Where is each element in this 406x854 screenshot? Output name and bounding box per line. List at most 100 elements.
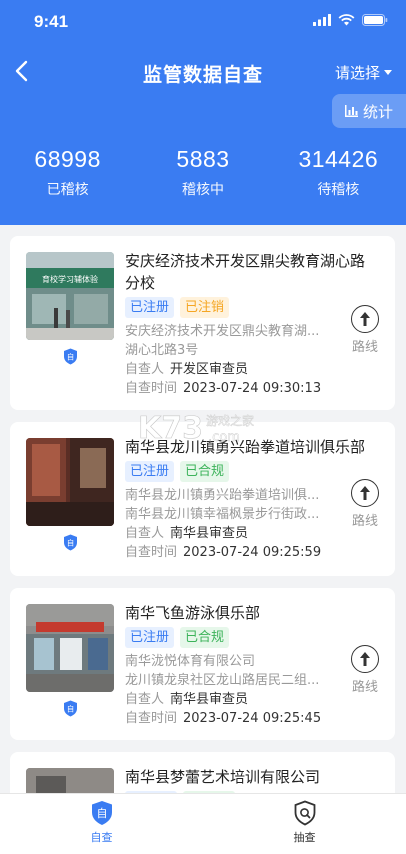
record-card[interactable]: 南华县梦蕾艺术培训有限公司 (10, 752, 395, 793)
store-sign-text: 育校学习辅体验 (42, 274, 98, 284)
stats-button[interactable]: 统计 (332, 94, 406, 128)
record-title-line: 分校 (125, 274, 156, 292)
summary-pending[interactable]: 314426 待稽核 (271, 146, 406, 199)
time-label: 自查时间 (125, 545, 178, 560)
store-photo (26, 438, 114, 526)
route-label: 路线 (351, 340, 378, 355)
record-inspector: 自查人 开发区审查员 (125, 360, 248, 379)
filter-select[interactable]: 请选择 (335, 62, 392, 83)
record-company: 安庆经济技术开发区鼎尖教育湖... (125, 324, 320, 339)
record-card[interactable]: 育校学习辅体验 自 安庆经济技术开发区鼎尖教育湖心路 分校 已注册 已注销 安庆… (10, 236, 395, 410)
tab-spot-check-label: 抽查 (293, 831, 316, 844)
time-value: 2023-07-24 09:25:59 (183, 545, 322, 560)
summary-audited-label: 已稽核 (46, 182, 89, 198)
svg-text:自: 自 (67, 704, 75, 714)
status-time: 9:41 (34, 12, 69, 31)
stats-button-label: 统计 (362, 102, 393, 121)
summary-audited[interactable]: 68998 已稽核 (0, 146, 135, 199)
k73-watermark-logo: K73 游戏之家 .com (138, 411, 254, 447)
self-check-shield-icon: 自 (91, 801, 112, 825)
summary-stats: 68998 已稽核 5883 稽核中 314426 待稽核 (0, 146, 406, 199)
record-list[interactable]: 育校学习辅体验 自 安庆经济技术开发区鼎尖教育湖心路 分校 已注册 已注销 安庆… (0, 225, 406, 793)
status-tags: 已注册 已合规 (125, 627, 230, 648)
status-bar: 9:41 (0, 0, 406, 44)
route-label: 路线 (351, 680, 378, 695)
tag-registered: 已注册 (125, 627, 175, 648)
svg-text:自: 自 (67, 352, 75, 362)
record-title-line: 南华县梦蕾艺术培训有限公司 (125, 768, 321, 786)
svg-text:游戏之家: 游戏之家 (206, 413, 254, 428)
self-check-badge-icon: 自 (64, 534, 77, 551)
tab-spot-check[interactable]: 抽查 (203, 794, 406, 854)
route-button[interactable]: 路线 (349, 645, 381, 695)
tag-compliant: 已合规 (180, 627, 230, 648)
tag-registered: 已注册 (125, 461, 175, 482)
navigation-arrow-icon (351, 305, 379, 333)
store-photo (26, 768, 114, 793)
nav-bar: 监管数据自查 请选择 (0, 52, 406, 92)
time-value: 2023-07-24 09:30:13 (183, 381, 322, 396)
summary-pending-value: 314426 (298, 146, 379, 172)
tag-registered: 已注册 (125, 297, 175, 318)
store-photo (26, 604, 114, 692)
store-photo: 育校学习辅体验 (26, 252, 114, 340)
caret-down-icon (384, 70, 392, 75)
route-button[interactable]: 路线 (349, 479, 381, 529)
record-time: 自查时间 2023-07-24 09:30:13 (125, 379, 321, 398)
inspector-value: 南华县审查员 (170, 526, 249, 541)
record-time: 自查时间 2023-07-24 09:25:45 (125, 709, 321, 728)
summary-auditing-label: 稽核中 (181, 182, 224, 198)
self-check-badge-icon: 自 (64, 348, 77, 365)
inspector-label: 自查人 (125, 526, 165, 541)
record-title: 安庆经济技术开发区鼎尖教育湖心路 分校 (125, 250, 370, 294)
header: 9:41 监管数据自查 请选择 统计 68998 已稽核 5883 稽核中 31… (0, 0, 406, 225)
navigation-arrow-icon (351, 479, 379, 507)
summary-auditing-value: 5883 (176, 146, 230, 172)
record-address: 龙川镇龙泉社区龙山路居民二组... (125, 673, 320, 688)
route-label: 路线 (351, 514, 378, 529)
record-inspector: 自查人 南华县审查员 (125, 524, 248, 543)
record-time: 自查时间 2023-07-24 09:25:59 (125, 543, 321, 562)
status-icons (313, 14, 388, 26)
summary-audited-value: 68998 (34, 146, 101, 172)
time-label: 自查时间 (125, 711, 178, 726)
status-tags: 已注册 已注销 (125, 297, 230, 318)
tab-self-check[interactable]: 自 自查 (0, 794, 203, 854)
summary-auditing[interactable]: 5883 稽核中 (135, 146, 270, 199)
route-button[interactable]: 路线 (349, 305, 381, 355)
record-title-line: 南华飞鱼游泳俱乐部 (125, 604, 261, 622)
navigation-arrow-icon (351, 645, 379, 673)
bar-chart-icon (344, 105, 358, 117)
svg-text:K73: K73 (138, 411, 203, 446)
inspector-value: 南华县审查员 (170, 692, 249, 707)
filter-select-label: 请选择 (334, 64, 380, 82)
record-title-line: 安庆经济技术开发区鼎尖教育湖心路 (125, 252, 366, 270)
record-inspector: 自查人 南华县审查员 (125, 690, 248, 709)
record-address: 南华县龙川镇幸福枫景步行街政... (125, 507, 320, 522)
spot-check-shield-icon (294, 800, 315, 826)
tag-cancelled: 已注销 (180, 297, 230, 318)
bottom-tab-bar: 自 自查 抽查 (0, 793, 406, 854)
svg-text:自: 自 (96, 807, 107, 820)
tab-self-check-label: 自查 (90, 831, 113, 844)
svg-text:自: 自 (67, 538, 75, 548)
record-company: 南华泷悦体育有限公司 (125, 654, 256, 669)
inspector-value: 开发区审查员 (170, 362, 249, 377)
record-address: 湖心北路3号 (125, 343, 199, 358)
status-tags: 已注册 已合规 (125, 461, 230, 482)
self-check-badge-icon: 自 (64, 700, 77, 717)
record-company: 南华县龙川镇勇兴跆拳道培训俱... (125, 488, 320, 503)
tag-compliant: 已合规 (180, 461, 230, 482)
battery-icon (362, 14, 388, 26)
time-value: 2023-07-24 09:25:45 (183, 711, 322, 726)
inspector-label: 自查人 (125, 692, 165, 707)
record-title: 南华飞鱼游泳俱乐部 (125, 602, 370, 624)
summary-pending-label: 待稽核 (317, 182, 360, 198)
wifi-icon (338, 14, 355, 26)
time-label: 自查时间 (125, 381, 178, 396)
svg-text:.com: .com (208, 430, 240, 445)
record-title: 南华县梦蕾艺术培训有限公司 (125, 766, 370, 788)
record-card[interactable]: 自 南华飞鱼游泳俱乐部 已注册 已合规 南华泷悦体育有限公司 龙川镇龙泉社区龙山… (10, 588, 395, 740)
signal-icon (313, 14, 331, 26)
inspector-label: 自查人 (125, 362, 165, 377)
